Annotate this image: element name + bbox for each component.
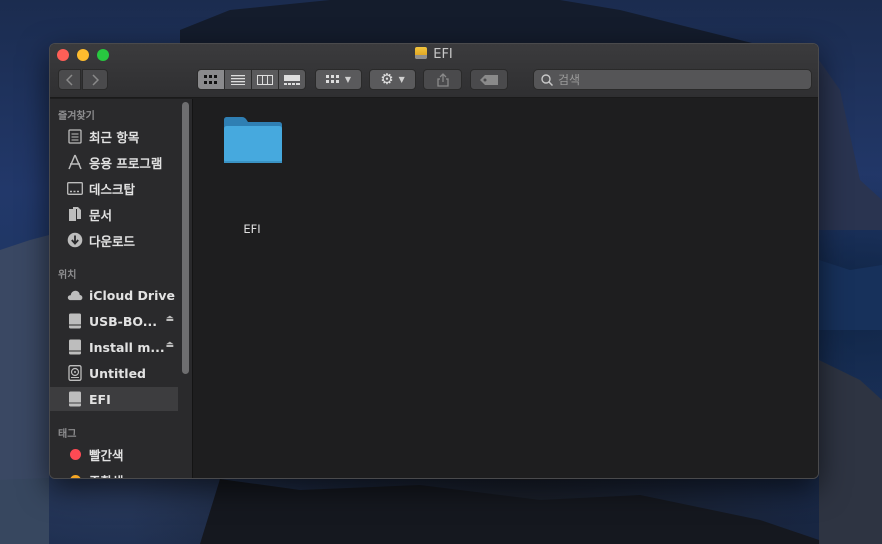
section-title-favorites: 즐겨찾기 [58,111,95,122]
chevron-down-icon: ▼ [344,75,352,84]
disk-icon [67,365,83,381]
icon-view-icon [204,74,217,84]
sidebar-item-tag-red[interactable]: 빨간색 [50,442,178,466]
gallery-view-icon [284,74,300,85]
sidebar-item-label: 응용 프로그램 [89,155,163,171]
cloud-icon [67,287,83,303]
sidebar-item-usb-bo[interactable]: USB-BO... ⏏ [50,309,178,333]
gear-icon: ⚙ [380,70,394,88]
drive-icon [415,47,428,59]
folder-icon [224,117,282,163]
sidebar-item-label: 최근 항목 [89,129,140,145]
finder-window: EFI ▼ ⚙ ▼ 검색 즐겨찾기 최근 항목 응용 프로그램 데스크탑 문서 … [49,43,819,479]
drive-icon [67,391,83,407]
sidebar-scrollbar[interactable] [178,99,192,478]
window-title: EFI [433,47,453,62]
sidebar-item-tag-orange[interactable]: 주황색 [50,468,178,479]
recents-icon [67,128,83,144]
sidebar-item-documents[interactable]: 문서 [50,202,178,226]
titlebar: EFI ▼ ⚙ ▼ 검색 [50,44,818,98]
file-area: EFI [194,99,818,478]
tag-icon [480,74,498,85]
sidebar-item-label: 문서 [89,207,113,223]
tag-dot-red [69,448,81,460]
group-button[interactable]: ▼ [315,69,362,90]
sidebar-item-label: Install m... [89,339,165,355]
chevron-right-icon [92,73,99,86]
sidebar-item-label: 주황색 [89,471,124,479]
sidebar: 즐겨찾기 최근 항목 응용 프로그램 데스크탑 문서 다운로드 위치 iClou… [50,99,193,479]
list-view-button[interactable] [224,69,252,90]
sidebar-item-label: Untitled [89,365,146,381]
group-grid-icon [325,74,339,83]
search-input[interactable] [558,72,798,87]
column-view-button[interactable] [251,69,279,90]
action-button[interactable]: ⚙ ▼ [369,69,416,90]
search-field[interactable] [533,69,812,90]
sidebar-item-label: 다운로드 [89,233,136,249]
tag-color-dot-icon [67,472,83,478]
documents-icon [67,206,83,222]
sidebar-item-label: 빨간색 [89,447,124,463]
sidebar-item-desktop[interactable]: 데스크탑 [50,176,178,200]
view-mode-control [197,69,306,90]
applications-icon [67,154,83,170]
forward-button[interactable] [82,69,108,90]
chevron-left-icon [65,73,73,86]
sidebar-item-applications[interactable]: 응용 프로그램 [50,150,178,174]
drive-icon [67,339,83,355]
list-view-icon [231,74,245,85]
icon-view-button[interactable] [197,69,225,90]
sidebar-item-icloud-drive[interactable]: iCloud Drive [50,283,178,307]
downloads-icon [67,232,83,248]
scroll-thumb[interactable] [182,102,189,374]
section-title-tags: 태그 [58,429,77,440]
drive-icon [67,313,83,329]
sidebar-item-downloads[interactable]: 다운로드 [50,228,178,252]
tag-color-dot-icon [67,446,83,462]
eject-icon[interactable]: ⏏ [165,340,174,350]
gallery-view-button[interactable] [278,69,306,90]
sidebar-item-efi[interactable]: EFI [50,387,178,411]
tags-button[interactable] [470,69,508,90]
sidebar-item-install-macos[interactable]: Install m... ⏏ [50,335,178,359]
sidebar-item-untitled[interactable]: Untitled [50,361,178,385]
window-title-area: EFI [50,46,818,64]
eject-icon[interactable]: ⏏ [165,314,174,324]
column-view-icon [257,74,273,85]
share-icon [436,72,449,87]
search-icon [541,73,553,86]
chevron-down-icon: ▼ [398,75,405,84]
tag-dot-orange [69,474,81,478]
folder-label: EFI [243,222,261,236]
sidebar-item-label: EFI [89,391,111,407]
back-button[interactable] [58,69,81,90]
sidebar-item-label: 데스크탑 [89,181,136,197]
sidebar-item-recents[interactable]: 최근 항목 [50,124,178,148]
section-title-locations: 위치 [58,270,77,281]
sidebar-item-label: USB-BO... [89,313,157,329]
desktop-icon [67,180,83,196]
share-button[interactable] [423,69,462,90]
sidebar-item-label: iCloud Drive [89,287,175,303]
